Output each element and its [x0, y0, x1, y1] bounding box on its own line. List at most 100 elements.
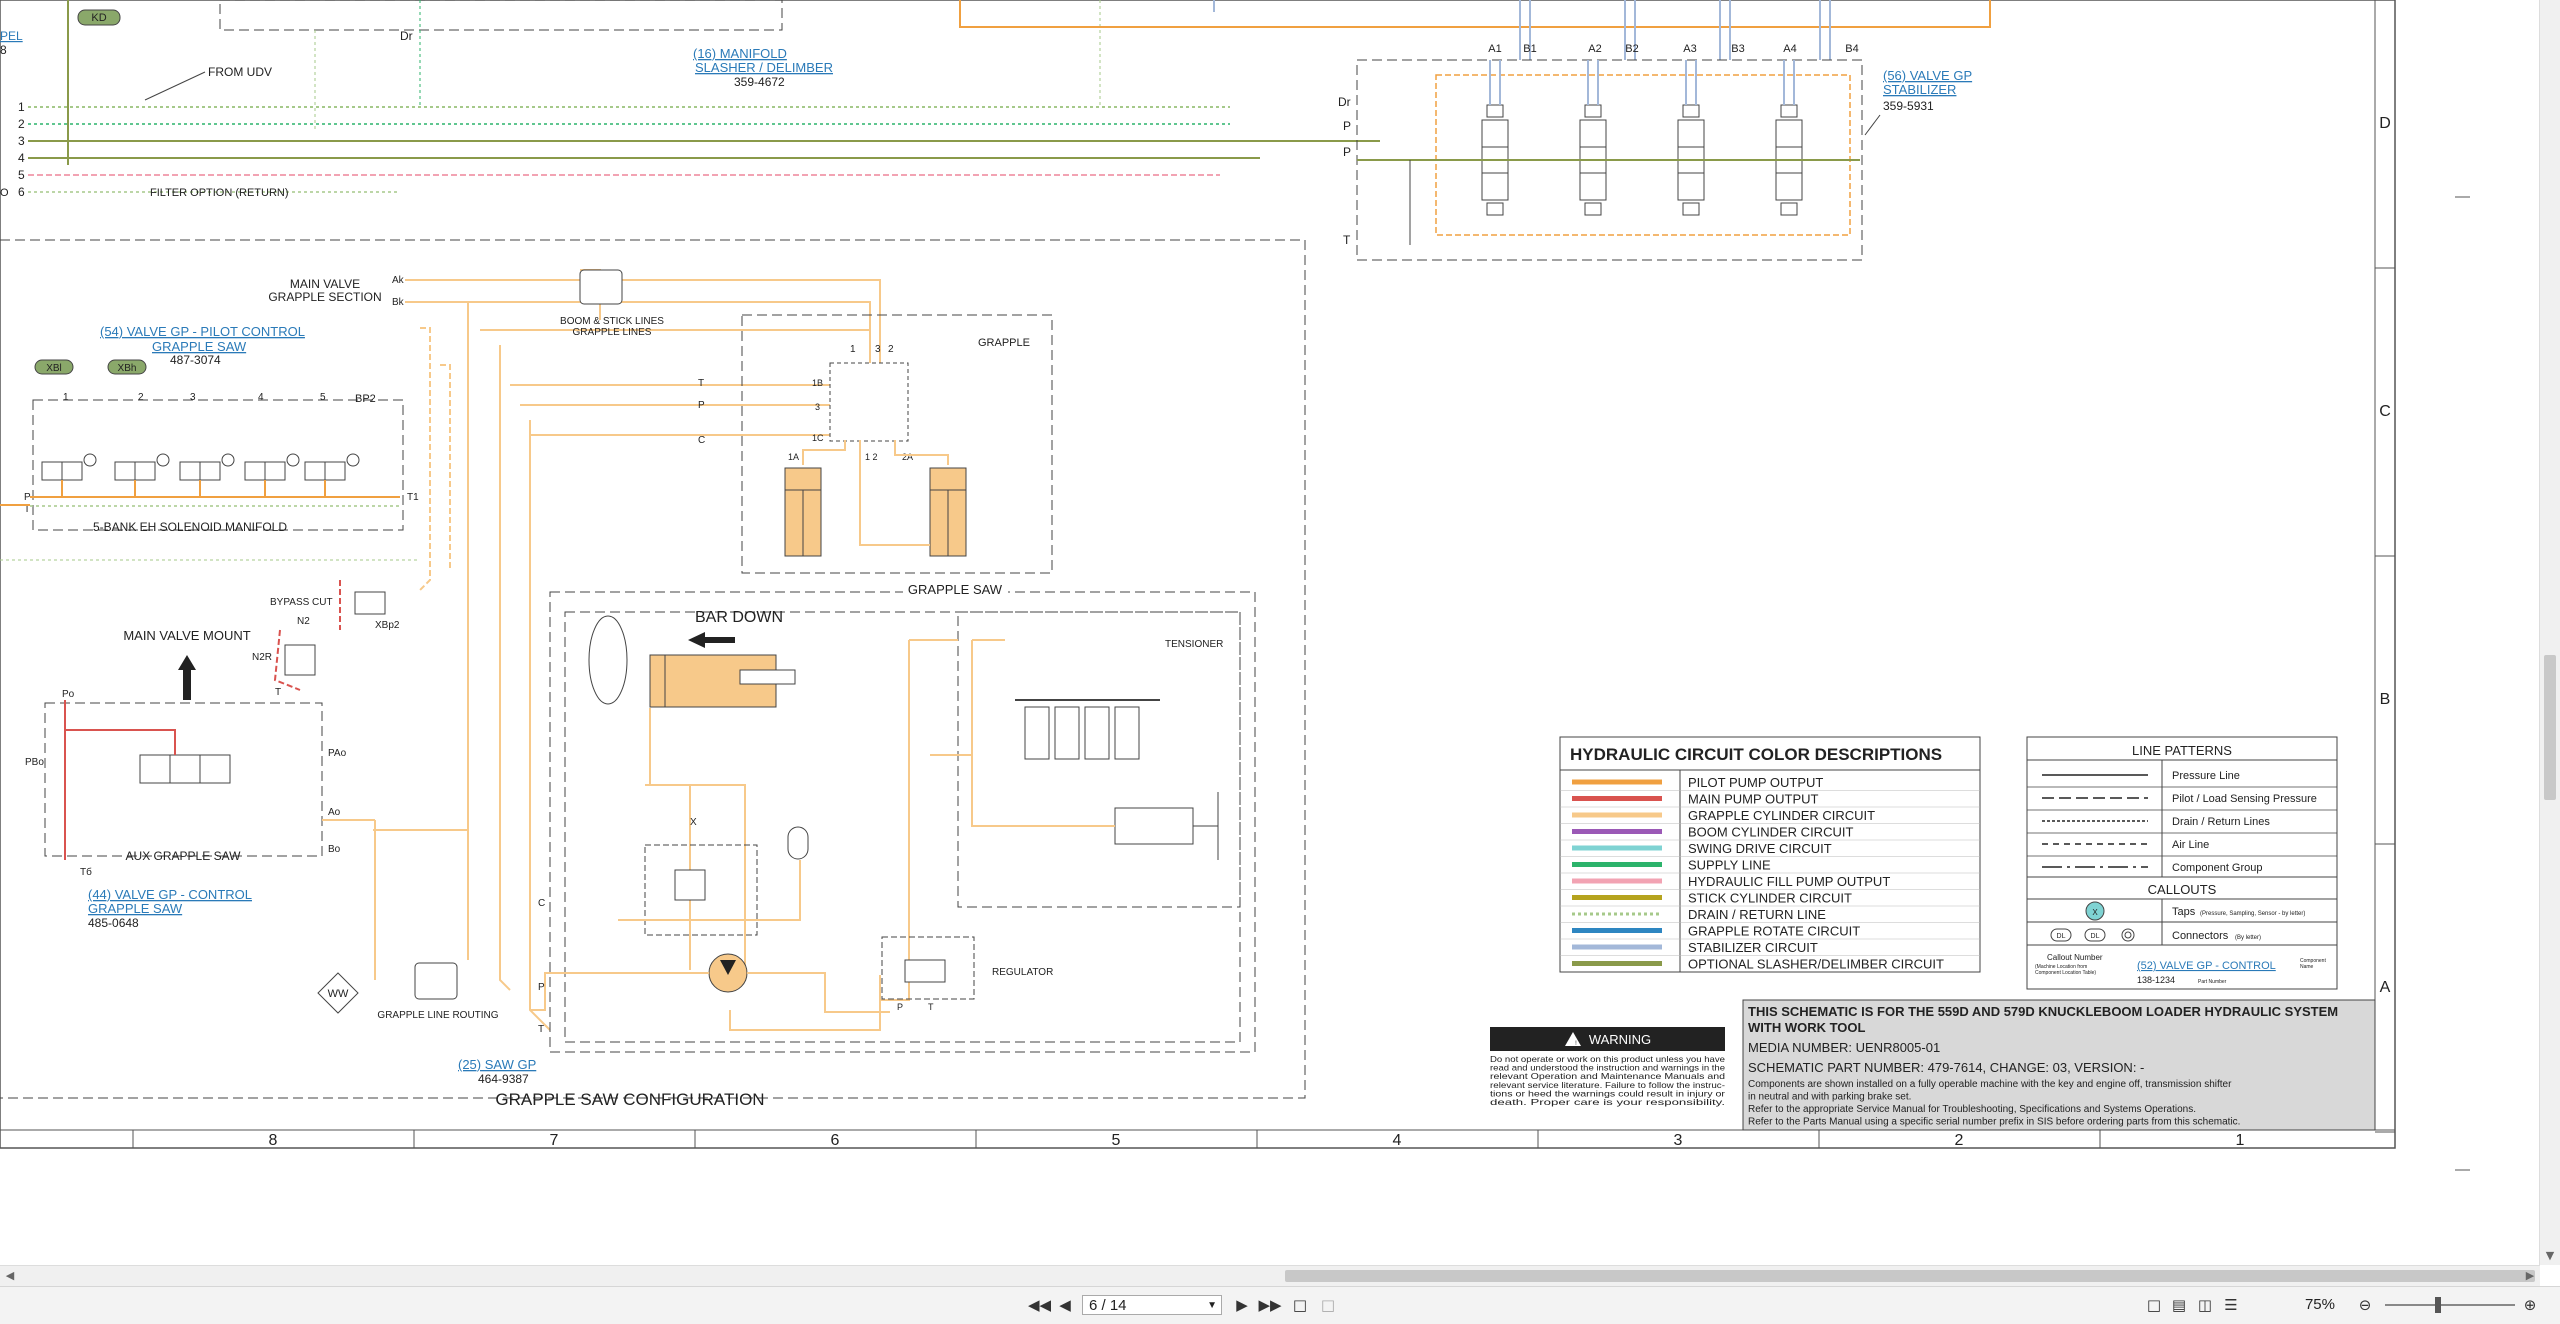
reg-t: T: [928, 1002, 934, 1012]
connectors-label: Connectors: [2172, 930, 2229, 942]
main-valve-label-1: MAIN VALVE: [290, 277, 360, 291]
pel-link[interactable]: PEL: [0, 29, 23, 43]
zoom-slider[interactable]: [2385, 1304, 2515, 1306]
stab-port-label: B3: [1731, 43, 1744, 55]
boom-lines-1: BOOM & STICK LINES: [560, 316, 664, 327]
warning-line: death. Proper care is your responsibilit…: [1490, 1097, 1725, 1107]
grapple-title: GRAPPLE: [978, 337, 1030, 349]
first-page-icon[interactable]: ◀◀: [1028, 1295, 1051, 1315]
title-note: Refer to the appropriate Service Manual …: [1748, 1104, 2196, 1115]
ctrl-link-2[interactable]: GRAPPLE SAW: [88, 901, 183, 916]
manifold-link-1[interactable]: (16) MANIFOLD: [693, 46, 787, 61]
legend-label: STICK CYLINDER CIRCUIT: [1688, 891, 1852, 906]
bank-number: 1: [63, 392, 69, 403]
stab-link-2[interactable]: STABILIZER: [1883, 82, 1956, 97]
port-numbers: 1 2 3 4 5 6O: [0, 100, 25, 199]
saw-link[interactable]: (25) SAW GP: [458, 1057, 536, 1072]
tensioner-block: [1024, 706, 1050, 760]
zoom-out-icon[interactable]: ⊖: [2355, 1295, 2375, 1315]
g-port-3: 3: [875, 344, 881, 355]
reg-p: P: [897, 1002, 903, 1012]
legend-label: STABILIZER CIRCUIT: [1688, 940, 1818, 955]
page-number-value: 6 / 14: [1089, 1297, 1127, 1314]
pilot-link-1[interactable]: (54) VALVE GP - PILOT CONTROL: [100, 324, 305, 339]
bank-number: 3: [190, 392, 196, 403]
dl-2: DL: [2091, 933, 2100, 940]
pattern-label: Component Group: [2172, 862, 2263, 874]
ctrl-link-1[interactable]: (44) VALVE GP - CONTROL: [88, 887, 252, 902]
row-label: C: [2379, 403, 2391, 420]
port-number: 2: [18, 117, 25, 131]
n2-label: N2: [297, 616, 310, 627]
vertical-scrollbar[interactable]: ▼: [2539, 0, 2560, 1265]
legend-label: BOOM CYLINDER CIRCUIT: [1688, 825, 1853, 840]
dr-top: Dr: [400, 29, 413, 43]
ak-label: Ak: [392, 275, 405, 286]
stab-port-label: B2: [1625, 43, 1638, 55]
vertical-scroll-thumb[interactable]: [2544, 655, 2556, 800]
saw-p: P: [538, 982, 545, 993]
warning-text: Do not operate or work on this product u…: [1490, 1054, 1725, 1107]
g-port-2: 2: [888, 344, 894, 355]
zoom-in-icon[interactable]: ⊕: [2520, 1295, 2540, 1315]
pattern-label: Air Line: [2172, 839, 2209, 851]
manifold-t1: T1: [407, 492, 419, 503]
legend-title: HYDRAULIC CIRCUIT COLOR DESCRIPTIONS: [1570, 745, 1942, 764]
col-label: 7: [550, 1132, 559, 1149]
page-number-input[interactable]: 6 / 14 ▼: [1082, 1295, 1222, 1315]
horizontal-scrollbar[interactable]: ◀ ▶: [0, 1265, 2540, 1286]
xbp2-label: XBp2: [375, 620, 400, 631]
bar-down-label: BAR DOWN: [695, 609, 783, 626]
callout-small-2: Component Location Table): [2035, 970, 2096, 976]
main-valve-mount-label: MAIN VALVE MOUNT: [123, 628, 250, 643]
document-viewport[interactable]: DCBA 87654321 KD PEL 8 Dr FROM UDV (16) …: [0, 0, 2540, 1265]
col-label: 6: [831, 1132, 840, 1149]
g-1b: 1B: [812, 378, 823, 388]
prev-page-icon[interactable]: ◀: [1055, 1295, 1075, 1315]
callout-number-label: Callout Number: [2047, 953, 2103, 962]
rotate-page-icon[interactable]: □: [1318, 1295, 1338, 1315]
title-notes: Components are shown installed on a full…: [1748, 1079, 2240, 1128]
port-number: 3: [18, 134, 25, 148]
continuous-view-icon[interactable]: ▤: [2170, 1295, 2188, 1315]
stab-link-1[interactable]: (56) VALVE GP: [1883, 68, 1972, 83]
fit-page-icon[interactable]: □: [1290, 1295, 1310, 1315]
stab-p2: P: [1343, 145, 1351, 159]
port-number: 4: [18, 151, 25, 165]
zoom-slider-handle[interactable]: [2435, 1297, 2441, 1313]
xbl-label: XBl: [46, 363, 62, 374]
callouts-title: CALLOUTS: [2148, 882, 2217, 897]
horizontal-scroll-thumb[interactable]: [1285, 1270, 2535, 1282]
pao-label: PAo: [328, 748, 347, 759]
bo-label: Bo: [328, 844, 341, 855]
viewer-toolbar: ◀◀ ◀ 6 / 14 ▼ ▶ ▶▶ □ □ □ ▤ ◫ ☰ 75% ⊖ ⊕: [0, 1286, 2560, 1324]
title-note: in neutral and with parking brake set.: [1748, 1092, 1911, 1103]
next-page-icon[interactable]: ▶: [1232, 1295, 1252, 1315]
title-heading-2: WITH WORK TOOL: [1748, 1020, 1866, 1035]
example-link[interactable]: (52) VALVE GP - CONTROL: [2137, 960, 2276, 972]
legend-label: SUPPLY LINE: [1688, 858, 1771, 873]
pilot-link-2[interactable]: GRAPPLE SAW: [152, 339, 247, 354]
grapple-saw-title: GRAPPLE SAW: [908, 582, 1003, 597]
zoom-level[interactable]: 75%: [2285, 1295, 2335, 1315]
tap-letter: X: [2092, 908, 2098, 917]
legend-label: GRAPPLE CYLINDER CIRCUIT: [1688, 808, 1875, 823]
last-page-icon[interactable]: ▶▶: [1258, 1295, 1282, 1315]
warning-title: WARNING: [1589, 1032, 1651, 1047]
single-page-view-icon[interactable]: □: [2145, 1295, 2163, 1315]
scroll-right-icon[interactable]: ▶: [2520, 1267, 2540, 1285]
title-note: Refer to the Parts Manual using a specif…: [1748, 1117, 2240, 1128]
pattern-label: Drain / Return Lines: [2172, 816, 2270, 828]
col-label: 3: [1674, 1132, 1683, 1149]
pilot-part: 487-3074: [170, 353, 221, 367]
manifold-link-2[interactable]: SLASHER / DELIMBER: [695, 60, 833, 75]
arrow-up-icon: [178, 655, 196, 700]
grapple-t: T: [698, 378, 704, 389]
pbo-label: PBo: [25, 757, 44, 768]
scroll-left-icon[interactable]: ◀: [0, 1267, 20, 1285]
split-view-icon[interactable]: ☰: [2222, 1295, 2240, 1315]
two-page-view-icon[interactable]: ◫: [2195, 1295, 2215, 1315]
scroll-down-icon[interactable]: ▼: [2540, 1247, 2560, 1265]
stab-port-label: A2: [1588, 43, 1601, 55]
legend-label: MAIN PUMP OUTPUT: [1688, 792, 1819, 807]
